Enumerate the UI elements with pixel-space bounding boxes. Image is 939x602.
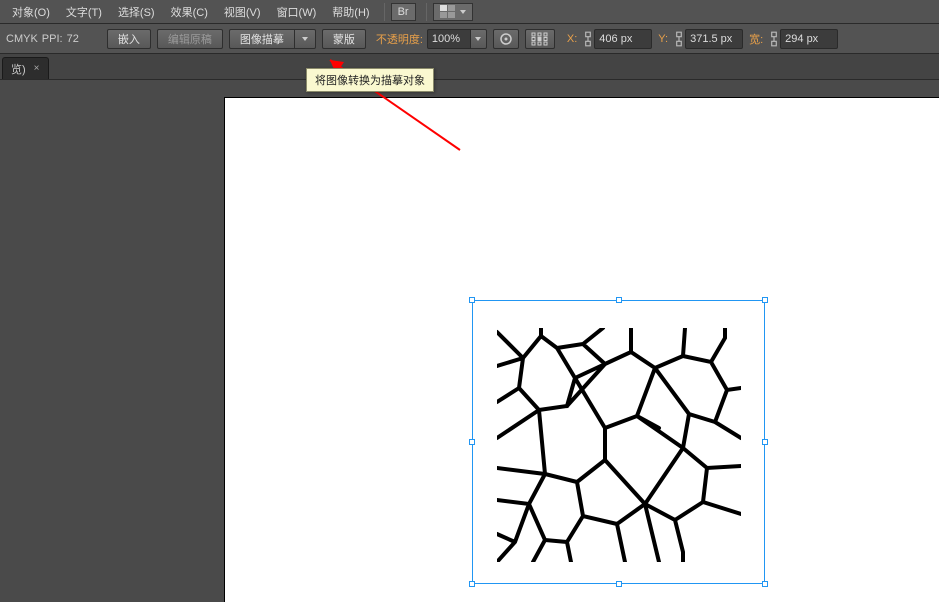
recolor-icon-button[interactable] (493, 29, 519, 49)
image-trace-dropdown[interactable] (295, 29, 316, 49)
bridge-button[interactable]: Br (391, 3, 416, 21)
chevron-down-icon (475, 37, 481, 41)
image-trace-split-button[interactable]: 图像描摹 (229, 29, 316, 49)
opacity-field[interactable] (427, 29, 487, 49)
selection-handle-br[interactable] (762, 581, 768, 587)
edit-original-button[interactable]: 编辑原稿 (157, 29, 223, 49)
menu-separator (384, 3, 385, 21)
document-tab[interactable]: 览) × (2, 57, 49, 79)
color-mode-label: CMYK (6, 33, 38, 45)
opacity-label: 不透明度: (376, 31, 423, 47)
menu-window[interactable]: 窗口(W) (269, 0, 325, 23)
tooltip: 将图像转换为描摹对象 (306, 68, 434, 92)
voronoi-pattern-icon (497, 328, 741, 562)
ppi-label: PPI: (42, 33, 63, 45)
menu-select[interactable]: 选择(S) (110, 0, 163, 23)
menu-text[interactable]: 文字(T) (58, 0, 110, 23)
selection-handle-tm[interactable] (616, 297, 622, 303)
selection-handle-ml[interactable] (469, 439, 475, 445)
selection-handle-mr[interactable] (762, 439, 768, 445)
arrange-documents-button[interactable] (433, 3, 473, 21)
artboard[interactable] (225, 98, 939, 602)
link-icon[interactable] (582, 31, 594, 47)
image-trace-button[interactable]: 图像描摹 (229, 29, 295, 49)
selection-handle-bl[interactable] (469, 581, 475, 587)
opacity-input[interactable] (427, 29, 471, 49)
control-bar: CMYK PPI: 72 嵌入 编辑原稿 图像描摹 蒙版 不透明度: X: Y:… (0, 24, 939, 54)
reference-grid-icon (531, 32, 549, 46)
arrange-docs-icon (440, 5, 456, 19)
bridge-label: Br (398, 6, 409, 18)
x-label: X: (567, 33, 577, 45)
document-tab-bar: 览) × (0, 54, 939, 80)
document-tab-label: 览) (11, 61, 26, 77)
work-area (0, 80, 939, 602)
selection-handle-bm[interactable] (616, 581, 622, 587)
menu-separator (426, 3, 427, 21)
selection-handle-tr[interactable] (762, 297, 768, 303)
menu-view[interactable]: 视图(V) (216, 0, 269, 23)
color-wheel-icon (498, 32, 514, 46)
link-icon[interactable] (768, 31, 780, 47)
ppi-value: 72 (67, 33, 79, 45)
transform-reference-button[interactable] (525, 29, 555, 49)
width-label: 宽: (749, 31, 763, 47)
y-input[interactable] (685, 29, 743, 49)
menu-help[interactable]: 帮助(H) (324, 0, 377, 23)
menu-bar: 对象(O) 文字(T) 选择(S) 效果(C) 视图(V) 窗口(W) 帮助(H… (0, 0, 939, 24)
selection-handle-tl[interactable] (469, 297, 475, 303)
chevron-down-icon (460, 10, 466, 14)
opacity-dropdown[interactable] (471, 29, 487, 49)
width-input[interactable] (780, 29, 838, 49)
mask-button[interactable]: 蒙版 (322, 29, 366, 49)
link-icon[interactable] (673, 31, 685, 47)
y-label: Y: (658, 33, 668, 45)
placed-image[interactable] (497, 328, 741, 562)
close-icon[interactable]: × (34, 63, 40, 74)
embed-button[interactable]: 嵌入 (107, 29, 151, 49)
chevron-down-icon (302, 37, 308, 41)
x-input[interactable] (594, 29, 652, 49)
menu-effect[interactable]: 效果(C) (163, 0, 216, 23)
menu-object[interactable]: 对象(O) (4, 0, 58, 23)
